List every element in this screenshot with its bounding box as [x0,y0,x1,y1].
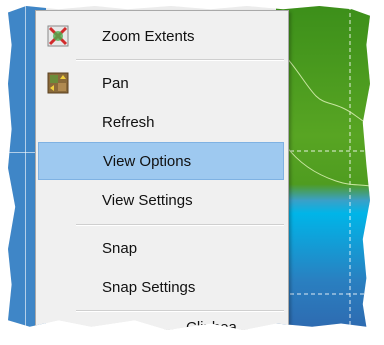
menu-item-label: Snap Settings [102,278,196,296]
menu-item-pan[interactable]: Pan [38,64,284,102]
context-menu: Zoom Extents Pan Refresh View Options Vi… [35,10,289,330]
menu-item-label: Pan [102,74,129,92]
torn-screenshot: Zoom Extents Pan Refresh View Options Vi… [8,6,370,330]
menu-item-label: Zoom Extents [102,27,195,45]
menu-item-label: View Options [103,152,192,170]
menu-item-label: Snap [102,239,138,257]
menu-item-label: Refresh [102,113,155,131]
menu-item-snap[interactable]: Snap [38,229,284,267]
menu-item-snap-settings[interactable]: Snap Settings [38,268,284,306]
menu-item-zoom-extents[interactable]: Zoom Extents [38,17,284,55]
menu-item-label: View Settings [102,191,193,209]
menu-separator [76,310,284,312]
pan-icon [38,64,78,102]
menu-item-view-settings[interactable]: View Settings [38,181,284,219]
menu-item-clipboard-partial[interactable]: Clipboa [186,319,237,330]
map-grid-lines [276,6,370,330]
zoom-extents-icon [38,17,78,55]
menu-separator [76,59,284,61]
menu-item-view-options[interactable]: View Options [38,142,284,180]
menu-item-refresh[interactable]: Refresh [38,103,284,141]
screenshot-frame: Zoom Extents Pan Refresh View Options Vi… [0,0,384,345]
menu-separator [76,224,284,226]
